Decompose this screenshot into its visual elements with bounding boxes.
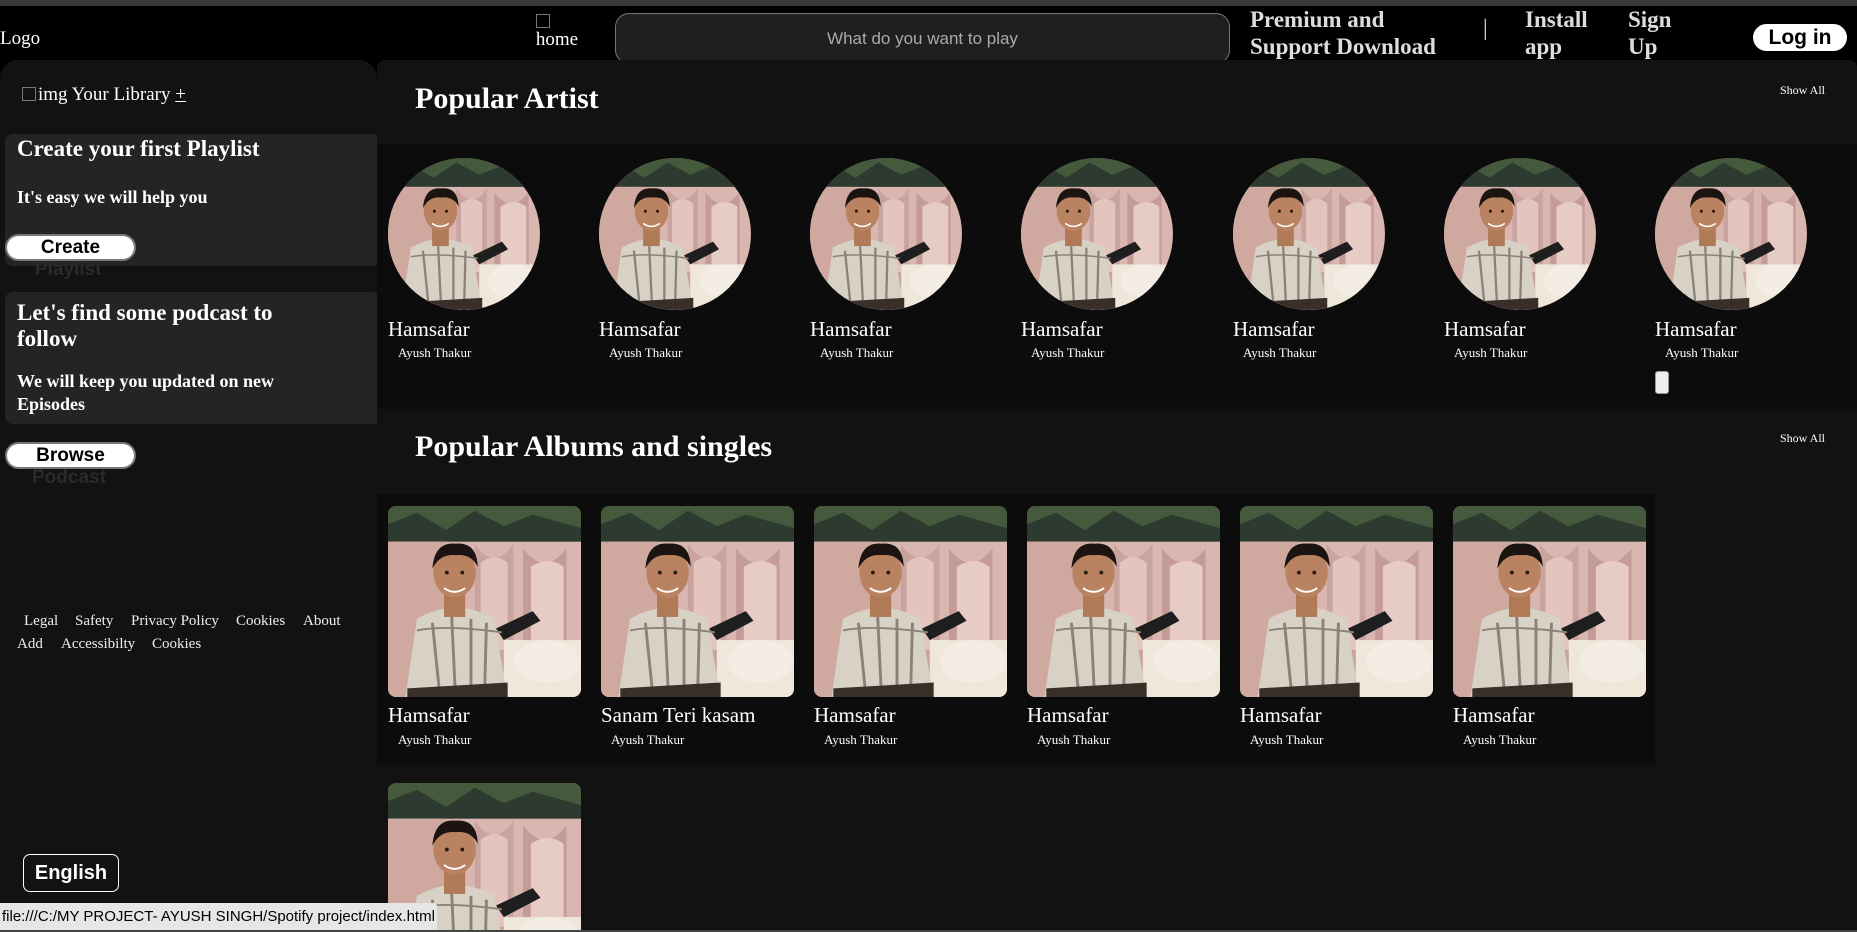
create-playlist-button-overflow: Playlist: [35, 259, 102, 280]
artist-card-title: Hamsafar: [1655, 317, 1737, 341]
nav-separator: |: [1483, 15, 1488, 40]
language-button[interactable]: English: [23, 854, 119, 892]
popular-albums-show-all[interactable]: Show All: [1780, 431, 1825, 446]
artist-card-subtitle: Ayush Thakur: [1243, 345, 1317, 360]
footer-link-add[interactable]: Add: [17, 636, 43, 653]
add-library-button[interactable]: +: [175, 84, 186, 105]
status-bar-url: file:///C:/MY PROJECT- AYUSH SINGH/Spoti…: [0, 903, 437, 931]
artist-card-title: Hamsafar: [810, 317, 892, 341]
create-playlist-button[interactable]: Create: [5, 234, 136, 261]
artist-card-title: Hamsafar: [1233, 317, 1315, 341]
home-alt-text: home: [535, 29, 579, 50]
album-card-title: Hamsafar: [814, 703, 896, 727]
artist-card-subtitle: Ayush Thakur: [609, 345, 683, 360]
podcast-text-line1: We will keep you updated on new: [17, 371, 275, 391]
album-image: [601, 506, 794, 697]
artist-image: [1233, 158, 1385, 310]
artist-image: [1021, 158, 1173, 310]
album-card-subtitle: Ayush Thakur: [1250, 732, 1324, 747]
logo-image[interactable]: Logo: [0, 28, 40, 50]
podcast-title-line1: Let's find some podcast to: [17, 300, 273, 325]
artist-image: [599, 158, 751, 310]
podcast-card: Let's find some podcast to follow We wil…: [5, 292, 380, 424]
sidebar: img Your Library + Create your first Pla…: [0, 60, 380, 932]
album-card-title: Hamsafar: [1240, 703, 1322, 727]
artist-card-title: Hamsafar: [599, 317, 681, 341]
album-card-subtitle: Ayush Thakur: [824, 732, 898, 747]
footer-link-legal[interactable]: Legal: [24, 613, 58, 630]
library-img-alt: img: [38, 84, 68, 105]
album-image: [1453, 506, 1646, 697]
broken-image-icon: [536, 14, 550, 28]
signup-link-line2: Up: [1628, 34, 1658, 59]
artist-image: [388, 158, 540, 310]
signup-link-line1: Sign: [1628, 7, 1672, 32]
browse-podcast-button[interactable]: Browse: [5, 442, 136, 469]
home-icon[interactable]: home: [533, 14, 581, 58]
album-card-title: Hamsafar: [388, 703, 470, 727]
premium-link-line2: Support Download: [1250, 34, 1436, 59]
login-button[interactable]: Log in: [1753, 24, 1847, 51]
album-card-subtitle: Ayush Thakur: [1037, 732, 1111, 747]
album-card-title: Hamsafar: [1027, 703, 1109, 727]
footer-link-cookies[interactable]: Cookies: [236, 613, 285, 630]
premium-link-line1: Premium and: [1250, 7, 1385, 32]
premium-link[interactable]: Premium and Support Download: [1250, 6, 1436, 60]
footer-link-safety[interactable]: Safety: [75, 613, 113, 630]
main-content: Popular Artist Show All Hamsafar Ayush T…: [377, 60, 1857, 932]
browse-podcast-button-overflow: Podcast: [32, 467, 106, 488]
popular-artist-show-all[interactable]: Show All: [1780, 83, 1825, 98]
artist-card-subtitle: Ayush Thakur: [398, 345, 472, 360]
row-scroll-handle[interactable]: [1655, 371, 1669, 394]
artist-card-subtitle: Ayush Thakur: [820, 345, 894, 360]
footer-link-about[interactable]: About: [303, 613, 341, 630]
album-card-subtitle: Ayush Thakur: [611, 732, 685, 747]
album-card-subtitle: Ayush Thakur: [398, 732, 472, 747]
album-image: [1240, 506, 1433, 697]
artist-image: [810, 158, 962, 310]
artist-image: [1655, 158, 1807, 310]
search-input[interactable]: What do you want to play: [615, 13, 1230, 64]
install-link-line2: app: [1525, 34, 1563, 59]
signup-link[interactable]: Sign Up: [1628, 6, 1671, 60]
footer-link-privacy-policy[interactable]: Privacy Policy: [131, 613, 219, 630]
podcast-text-line2: Episodes: [17, 394, 86, 414]
artist-card-subtitle: Ayush Thakur: [1031, 345, 1105, 360]
album-image: [388, 506, 581, 697]
podcast-title-line2: follow: [17, 326, 78, 351]
footer-link-cookies-2[interactable]: Cookies: [152, 636, 201, 653]
album-image: [814, 506, 1007, 697]
artist-image: [1444, 158, 1596, 310]
artist-card-title: Hamsafar: [1021, 317, 1103, 341]
album-image: [1027, 506, 1220, 697]
top-bar: Logo home What do you want to play Premi…: [0, 6, 1857, 64]
create-playlist-text: It's easy we will help you: [17, 187, 208, 207]
library-label: Your Library: [71, 84, 171, 105]
album-card-title: Sanam Teri kasam: [601, 703, 756, 727]
album-card-title: Hamsafar: [1453, 703, 1535, 727]
artist-card-subtitle: Ayush Thakur: [1665, 345, 1739, 360]
create-playlist-title: Create your first Playlist: [17, 136, 260, 161]
album-card-subtitle: Ayush Thakur: [1463, 732, 1537, 747]
artist-card-title: Hamsafar: [1444, 317, 1526, 341]
popular-albums-title: Popular Albums and singles: [415, 430, 773, 463]
footer-link-accessibility[interactable]: Accessibilty: [61, 636, 135, 653]
artist-card-subtitle: Ayush Thakur: [1454, 345, 1528, 360]
your-library-header[interactable]: img Your Library +: [22, 84, 186, 106]
popular-artist-title: Popular Artist: [415, 82, 599, 115]
install-link-line1: Install: [1525, 7, 1588, 32]
broken-image-icon: [22, 87, 36, 101]
artist-card-title: Hamsafar: [388, 317, 470, 341]
install-app-link[interactable]: Install app: [1525, 6, 1588, 60]
